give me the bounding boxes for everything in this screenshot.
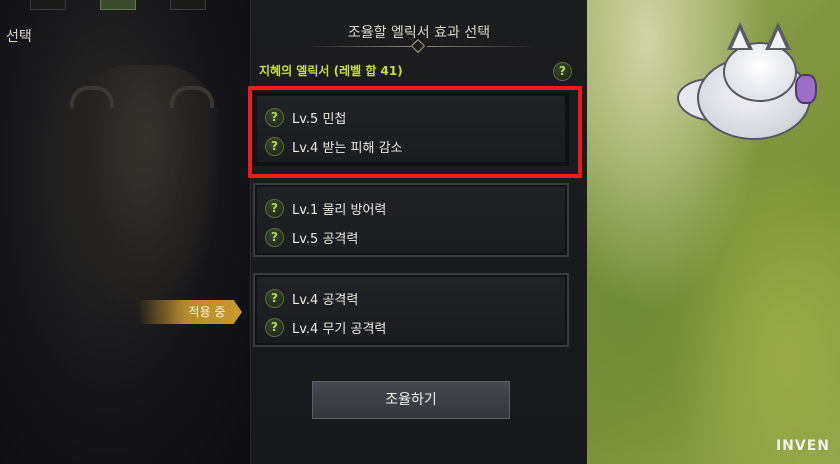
- effect-card[interactable]: ? Lv.5 민첩 ? Lv.4 받는 피해 감소: [248, 86, 582, 178]
- effect-label: Lv.5 공격력: [292, 231, 359, 247]
- top-tab-strip: [30, 0, 240, 10]
- horn-right-decor: [170, 86, 214, 108]
- tune-button[interactable]: 조율하기: [312, 381, 510, 419]
- inven-watermark: INVEN: [775, 438, 830, 454]
- elixir-section-title: 지혜의 엘릭서 (레벨 합 41): [259, 64, 403, 78]
- effect-row: ? Lv.4 무기 공격력: [265, 316, 386, 338]
- effect-row: ? Lv.5 공격력: [265, 226, 358, 248]
- game-world-view: INVEN: [587, 0, 840, 464]
- help-icon[interactable]: ?: [265, 317, 284, 337]
- ornament-line-right: [427, 46, 537, 47]
- fox-head: [723, 42, 797, 102]
- highlight-frame: [248, 86, 582, 178]
- help-icon[interactable]: ?: [265, 288, 284, 308]
- effect-card[interactable]: ? Lv.1 물리 방어력 ? Lv.5 공격력: [253, 183, 569, 257]
- help-icon[interactable]: ?: [265, 198, 284, 218]
- effect-label: Lv.5 민첩: [292, 111, 347, 127]
- effect-label: Lv.4 공격력: [292, 292, 359, 308]
- effect-row: ? Lv.4 받는 피해 감소: [265, 135, 403, 157]
- effect-label: Lv.4 받는 피해 감소: [292, 140, 403, 156]
- help-icon[interactable]: ?: [265, 136, 284, 156]
- fox-ear-left: [727, 22, 753, 50]
- help-icon[interactable]: ?: [265, 107, 284, 127]
- left-panel-title: 선택: [6, 29, 32, 45]
- top-tab[interactable]: [170, 0, 206, 10]
- ornament-line-left: [301, 46, 411, 47]
- effect-row: ? Lv.5 민첩: [265, 106, 346, 128]
- effect-card[interactable]: ? Lv.4 공격력 ? Lv.4 무기 공격력: [253, 273, 569, 347]
- effect-row: ? Lv.4 공격력: [265, 287, 358, 309]
- effect-label: Lv.1 물리 방어력: [292, 202, 387, 218]
- fox-ear-right: [765, 22, 791, 50]
- top-tab[interactable]: [100, 0, 136, 10]
- effect-label: Lv.4 무기 공격력: [292, 321, 387, 337]
- effect-row: ? Lv.1 물리 방어력: [265, 197, 386, 219]
- horn-left-decor: [70, 86, 114, 108]
- fox-creature: [677, 18, 827, 148]
- character-backdrop: 선택: [0, 0, 250, 464]
- top-tab[interactable]: [30, 0, 66, 10]
- help-icon[interactable]: ?: [553, 62, 572, 81]
- fox-ribbon: [795, 74, 817, 104]
- help-icon[interactable]: ?: [265, 227, 284, 247]
- applied-badge: 적용 중: [138, 300, 242, 324]
- applied-badge-label: 적용 중: [188, 305, 226, 319]
- elixir-tuning-panel: 조율할 엘릭서 효과 선택 지혜의 엘릭서 (레벨 합 41) ? ? Lv.5…: [248, 0, 588, 464]
